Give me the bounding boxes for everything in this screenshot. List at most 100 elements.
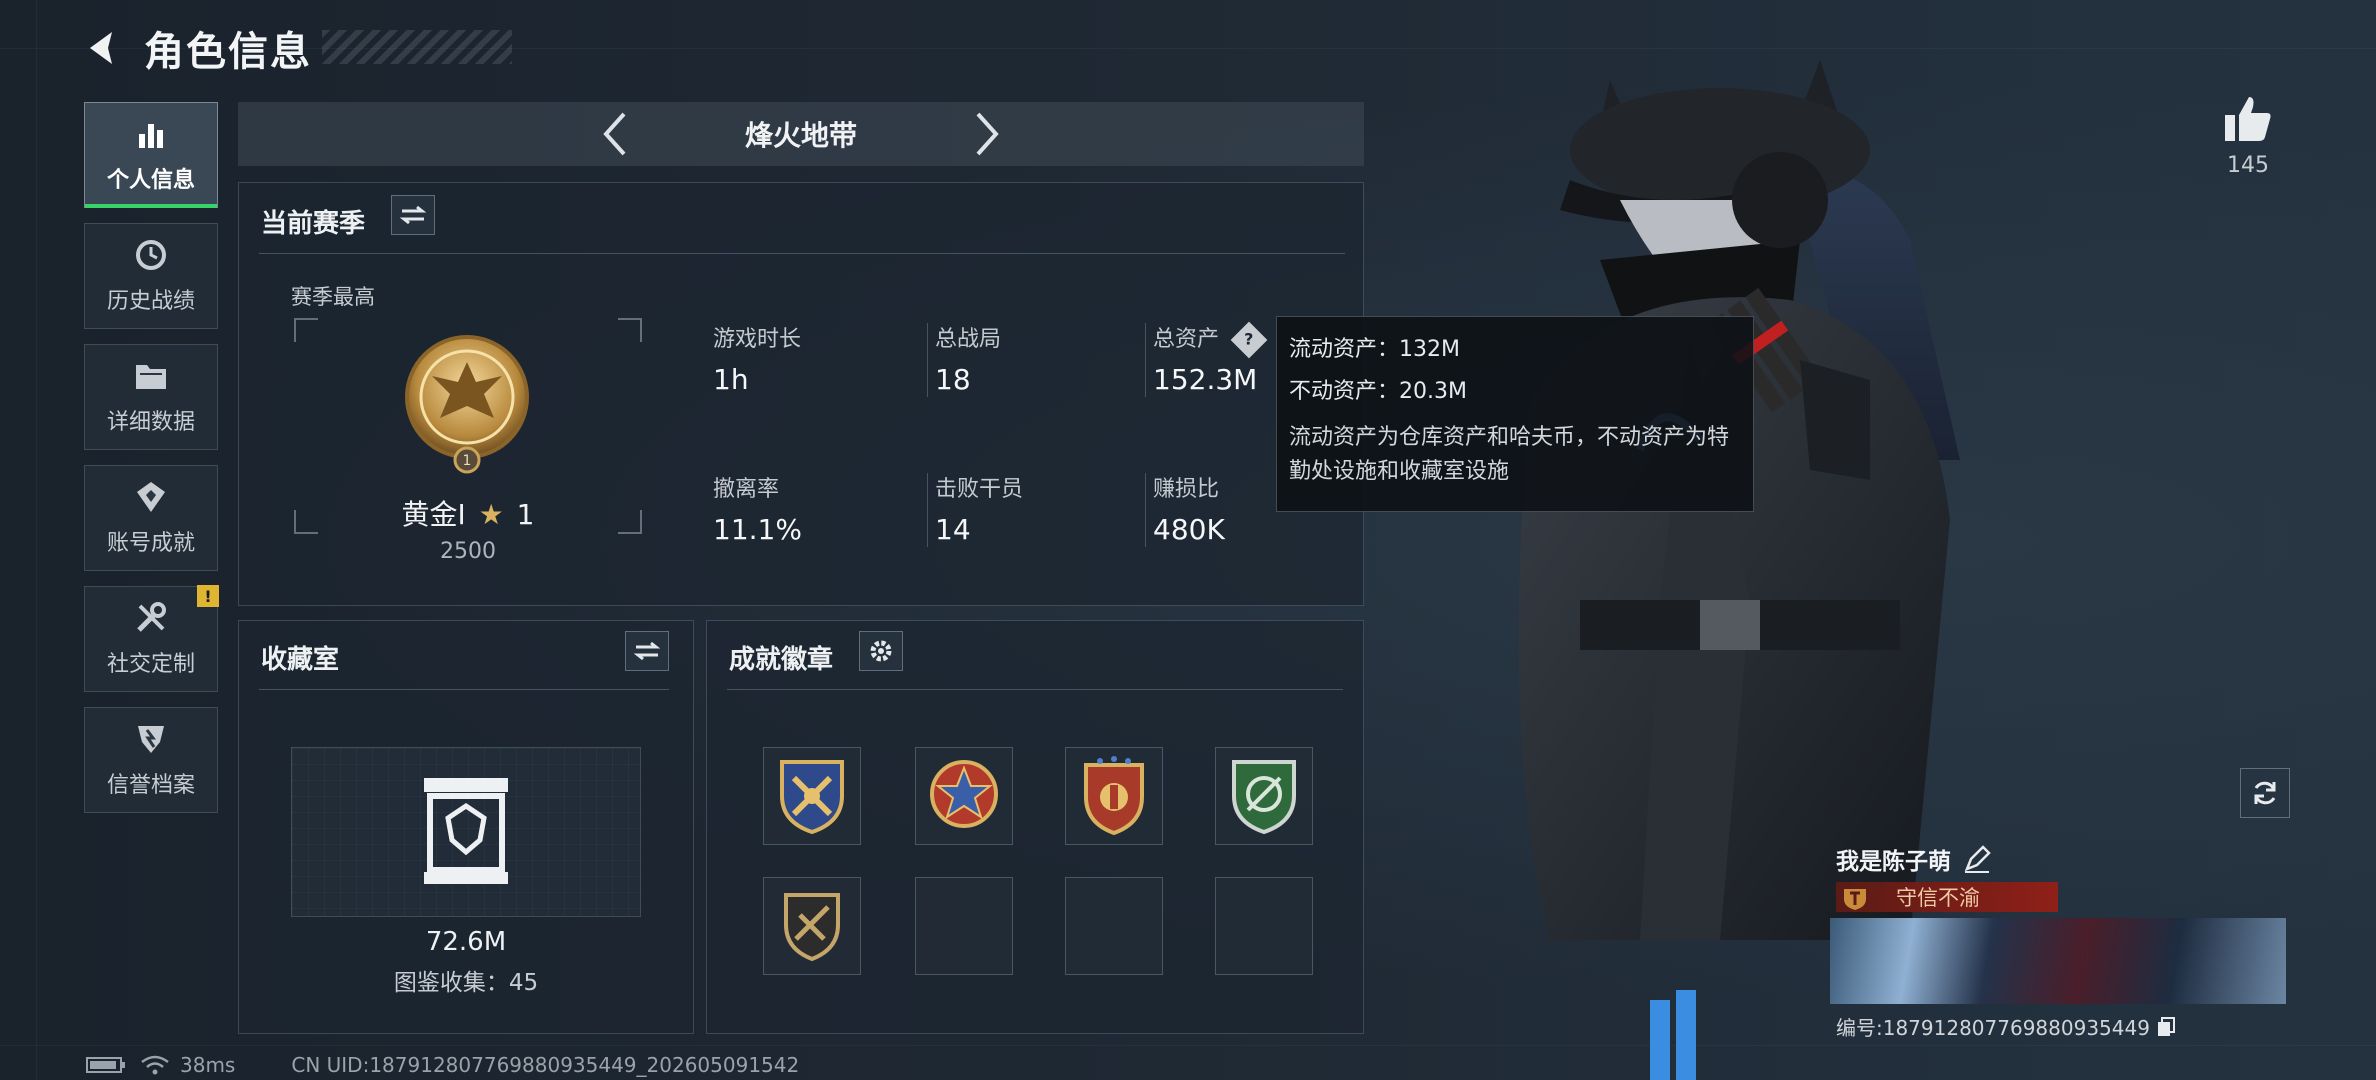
badge-slot[interactable] [763, 747, 861, 845]
bar-chart-icon [133, 116, 169, 152]
stat-divider [927, 323, 928, 397]
switch-arrows-icon [634, 641, 660, 661]
nav-label: 个人信息 [106, 168, 195, 193]
badge-slot[interactable] [1215, 747, 1313, 845]
divider [259, 253, 1345, 254]
badge-slot[interactable] [763, 877, 861, 975]
stat-label: 击败干员 [935, 477, 1024, 502]
green-shield-badge-icon [1232, 760, 1296, 835]
mode-selector: 烽火地带 [238, 102, 1364, 166]
stat-operators-defeated: 击败干员 14 [935, 471, 1135, 546]
refresh-button[interactable] [2240, 768, 2290, 818]
tooltip-description: 流动资产为仓库资产和哈夫币，不动资产为特勤处设施和收藏室设施 [1289, 425, 1730, 484]
stat-label-text: 总资产 [1153, 327, 1220, 352]
badges-title: 成就徽章 [729, 645, 834, 675]
badges-settings-button[interactable] [859, 631, 903, 671]
page-header: 角色信息 [82, 18, 312, 78]
credit-shield-icon [133, 721, 169, 757]
stat-value: 480K [1153, 513, 1225, 546]
nav-label: 信誉档案 [106, 773, 195, 798]
alert-badge: ! [197, 585, 219, 607]
prev-mode-button[interactable] [595, 109, 635, 159]
rank-name: 黄金Ⅰ [401, 498, 466, 531]
star-icon: ★ [478, 498, 504, 531]
copy-icon[interactable] [2156, 1016, 2176, 1038]
stat-extraction-rate: 撤离率 11.1% [713, 471, 913, 546]
edit-pencil-icon[interactable] [1963, 845, 1991, 873]
achievement-icon [133, 479, 169, 515]
folder-icon [133, 358, 169, 394]
back-arrow-icon[interactable] [82, 28, 122, 68]
stat-value: 18 [935, 363, 971, 396]
title-emblem-icon [1844, 889, 1866, 910]
chevron-right-icon [976, 112, 999, 156]
like-button[interactable]: 145 [2220, 95, 2276, 178]
stat-value: 1h [713, 363, 749, 396]
uid-text: CN UID:18791280776988093544​9_2026050915… [291, 1053, 800, 1077]
name-card-banner[interactable] [1830, 918, 2286, 1004]
nav-item-detailed-data[interactable]: 详细数据 [84, 344, 218, 450]
tools-icon [133, 600, 169, 636]
stat-label: 总战局 [935, 327, 1002, 352]
nav-item-personal-info[interactable]: 个人信息 [84, 102, 218, 208]
badge-slot-empty[interactable] [1215, 877, 1313, 975]
nav-item-social-custom[interactable]: ! 社交定制 [84, 585, 219, 692]
season-switch-button[interactable] [391, 195, 435, 235]
season-panel: 当前赛季 赛季最高 1 黄金Ⅰ ★ 1 2500 游戏时长 1h 总战局 18 [238, 182, 1364, 606]
badges-panel: 成就徽章 [706, 620, 1364, 1034]
stat-divider [927, 473, 928, 547]
season-title: 当前赛季 [261, 209, 366, 239]
stat-value: 14 [935, 513, 971, 546]
switch-arrows-icon [400, 205, 426, 225]
stat-divider [1145, 323, 1146, 397]
player-id-row: 编号:18791280776988093544​9 [1836, 1012, 2176, 1041]
collection-switch-button[interactable] [625, 631, 669, 671]
side-nav: 个人信息 历史战绩 详细数据 账号成就 ! 社交定制 信誉档案 [84, 102, 220, 828]
divider [259, 689, 669, 690]
nav-label: 账号成就 [106, 531, 195, 556]
player-title-bar: 守信不渝 [1836, 882, 2058, 912]
blue-gold-badge-icon [780, 760, 844, 835]
nav-item-achievements[interactable]: 账号成就 [84, 465, 218, 571]
stat-value: 11.1% [713, 513, 802, 546]
refresh-icon [2254, 781, 2276, 805]
badge-slot-empty[interactable] [1065, 877, 1163, 975]
display-case-icon [424, 778, 508, 884]
thumbs-up-icon [2225, 97, 2271, 141]
stat-divider [1145, 473, 1146, 547]
page-title: 角色信息 [144, 29, 312, 75]
player-id: 编号:18791280776988093544​9 [1836, 1016, 2150, 1040]
gold-rank-emblem-icon: 1 [405, 335, 529, 474]
nav-label: 历史战绩 [106, 289, 195, 314]
player-name-row: 我是陈子萌 [1836, 842, 1991, 876]
help-icon[interactable]: ? [1230, 321, 1268, 359]
battery-icon [86, 1057, 125, 1073]
bronze-badge-icon [784, 893, 840, 962]
status-bar: 38ms CN UID:18791280776988093544​9_20260… [86, 1050, 815, 1080]
chevron-left-icon [603, 112, 626, 156]
stat-play-time: 游戏时长 1h [713, 321, 913, 396]
wifi-icon [141, 1055, 169, 1075]
next-mode-button[interactable] [967, 109, 1007, 159]
collection-title: 收藏室 [261, 645, 340, 675]
tooltip-liquid-assets: 流动资产：132M [1289, 337, 1460, 362]
red-shield-badge-icon [1084, 756, 1144, 836]
season-best-label: 赛季最高 [291, 285, 375, 309]
collection-panel: 收藏室 72.6M 图鉴收集：45 [238, 620, 694, 1034]
nav-item-history[interactable]: 历史战绩 [84, 223, 218, 329]
nav-item-credit-record[interactable]: 信誉档案 [84, 707, 218, 813]
stat-total-matches: 总战局 18 [935, 321, 1135, 396]
mode-title: 烽火地带 [744, 119, 857, 152]
frame-corner [618, 318, 642, 342]
badge-slot[interactable] [915, 747, 1013, 845]
collection-display[interactable] [291, 747, 641, 917]
collection-count: 图鉴收集：45 [393, 970, 539, 996]
badge-slot[interactable] [1065, 747, 1163, 845]
svg-text:1: 1 [463, 453, 472, 469]
assets-tooltip: 流动资产：132M 不动资产：20.3M 流动资产为仓库资产和哈夫币，不动资产为… [1276, 316, 1754, 512]
stat-label: 撤离率 [713, 477, 780, 502]
rank-stars: 1 [516, 498, 535, 531]
badge-slot-empty[interactable] [915, 877, 1013, 975]
ping-value: 38ms [180, 1053, 236, 1077]
gear-icon [870, 640, 892, 662]
